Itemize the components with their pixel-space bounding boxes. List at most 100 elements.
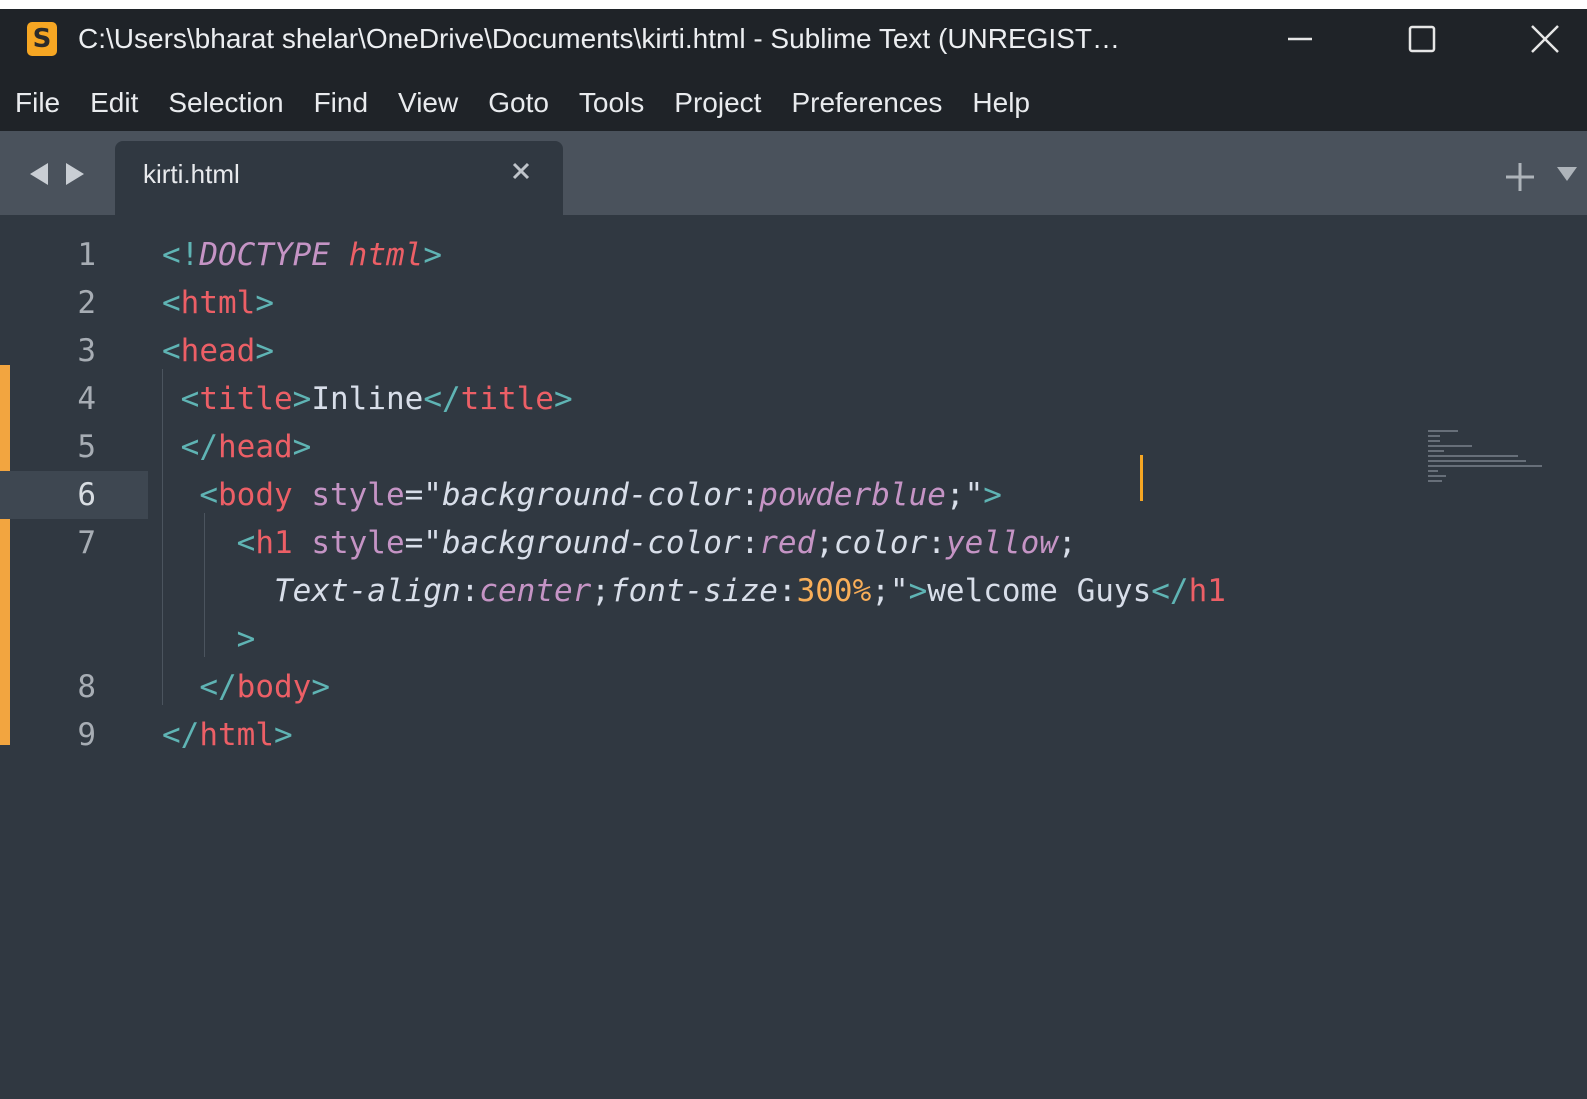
code-token: color: [833, 525, 928, 561]
code-line[interactable]: <body style="background-color:powderblue…: [162, 471, 1002, 519]
maximize-button[interactable]: [1386, 9, 1456, 69]
gutter-line[interactable]: 7: [0, 519, 148, 567]
maximize-icon: [1408, 25, 1436, 53]
code-token: red: [759, 525, 816, 561]
code-token: ;: [591, 573, 610, 609]
sublime-window: S C:\Users\bharat shelar\OneDrive\Docume…: [0, 9, 1587, 1099]
minimap-row: [1428, 450, 1444, 452]
line-number: 9: [77, 717, 96, 753]
code-line[interactable]: <title>Inline</title>: [162, 375, 573, 423]
code-token: head: [218, 429, 293, 465]
gutter-line[interactable]: 9: [0, 711, 148, 759]
code-token: head: [180, 333, 256, 369]
code-token: h1: [1188, 573, 1226, 609]
menu-goto[interactable]: Goto: [473, 75, 564, 131]
gutter-line[interactable]: 2: [0, 279, 148, 327]
code-token: center: [479, 573, 592, 609]
code-token: Inline: [311, 381, 424, 417]
menu-project[interactable]: Project: [659, 75, 776, 131]
tab-kirti-html[interactable]: kirti.html: [115, 141, 563, 215]
code-token: :: [740, 525, 760, 561]
code-token: h1: [255, 525, 293, 561]
code-token: <: [162, 333, 181, 369]
minimap-row: [1428, 465, 1542, 467]
line-number: 1: [77, 237, 96, 273]
gutter-line[interactable]: 8: [0, 663, 148, 711]
code-token: <: [180, 381, 200, 417]
code-line[interactable]: <html>: [162, 279, 274, 327]
code-line[interactable]: >: [162, 615, 256, 663]
line-number: 4: [77, 381, 96, 417]
code-token: >: [273, 717, 293, 753]
gutter-line[interactable]: 6: [0, 471, 148, 519]
tab-bar: kirti.html: [0, 131, 1587, 215]
code-token: >: [553, 381, 573, 417]
code-token: yellow: [945, 525, 1058, 561]
gutter-line[interactable]: 3: [0, 327, 148, 375]
menu-preferences[interactable]: Preferences: [776, 75, 957, 131]
gutter-line[interactable]: 5: [0, 423, 148, 471]
gutter-line[interactable]: [0, 615, 148, 663]
tab-label: kirti.html: [143, 159, 240, 189]
gutter-line[interactable]: [0, 567, 148, 615]
code-token: background-color: [441, 525, 741, 561]
tab-close-icon[interactable]: [507, 155, 537, 193]
gutter-line[interactable]: 1: [0, 231, 148, 279]
close-window-button[interactable]: [1508, 9, 1578, 69]
code-token: :: [460, 573, 480, 609]
minimap-row: [1428, 460, 1526, 462]
code-editor[interactable]: 1 <!DOCTYPE html> 2 <html> 3 <head> 4 <title>I…: [0, 215, 1587, 1099]
next-tab-icon[interactable]: [66, 163, 84, 185]
code-line[interactable]: </body>: [162, 663, 330, 711]
code-token: ;": [871, 573, 909, 609]
new-tab-plus-icon[interactable]: [1504, 161, 1536, 198]
minimize-button[interactable]: [1265, 9, 1335, 69]
code-line[interactable]: </html>: [162, 711, 293, 759]
code-token: =": [404, 477, 442, 513]
menu-tools[interactable]: Tools: [564, 75, 659, 131]
code-token: <: [236, 525, 256, 561]
code-token: </: [1151, 573, 1189, 609]
code-token: style: [292, 525, 405, 561]
code-token: :: [777, 573, 797, 609]
menu-file[interactable]: File: [0, 75, 75, 131]
minimap[interactable]: [1428, 430, 1568, 495]
window-title: C:\Users\bharat shelar\OneDrive\Document…: [78, 23, 1120, 54]
code-token: ;": [945, 477, 984, 513]
code-token: >: [908, 573, 928, 609]
minimap-row: [1428, 440, 1440, 442]
code-token: title: [199, 381, 293, 417]
sublime-logo-icon: S: [27, 22, 57, 56]
menu-edit[interactable]: Edit: [75, 75, 153, 131]
code-token: </: [180, 429, 218, 465]
code-token: </: [199, 669, 237, 705]
code-line[interactable]: <head>: [162, 327, 274, 375]
code-line[interactable]: <h1 style="background-color:red;color:ye…: [162, 519, 1077, 567]
code-token: body: [236, 669, 312, 705]
tab-menu-chevron-icon[interactable]: [1555, 165, 1587, 190]
line-number: 8: [77, 669, 96, 705]
gutter-line[interactable]: 4: [0, 375, 148, 423]
line-number: 3: [77, 333, 96, 369]
code-token: ;: [815, 525, 834, 561]
code-token: >: [292, 429, 312, 465]
code-token: html: [348, 237, 424, 273]
code-line[interactable]: <!DOCTYPE html>: [162, 231, 442, 279]
code-token: >: [292, 381, 312, 417]
menu-selection[interactable]: Selection: [153, 75, 298, 131]
menu-view[interactable]: View: [383, 75, 473, 131]
code-token: >: [255, 333, 274, 369]
minimap-row: [1428, 475, 1446, 477]
code-line[interactable]: </head>: [162, 423, 312, 471]
previous-tab-icon[interactable]: [30, 163, 48, 185]
menu-find[interactable]: Find: [299, 75, 383, 131]
code-line[interactable]: Text-align:center;font-size:300%;">welco…: [162, 567, 1226, 615]
menu-help[interactable]: Help: [957, 75, 1045, 131]
code-token: >: [983, 477, 1002, 513]
code-token: html: [199, 717, 274, 753]
line-number: 2: [77, 285, 96, 321]
